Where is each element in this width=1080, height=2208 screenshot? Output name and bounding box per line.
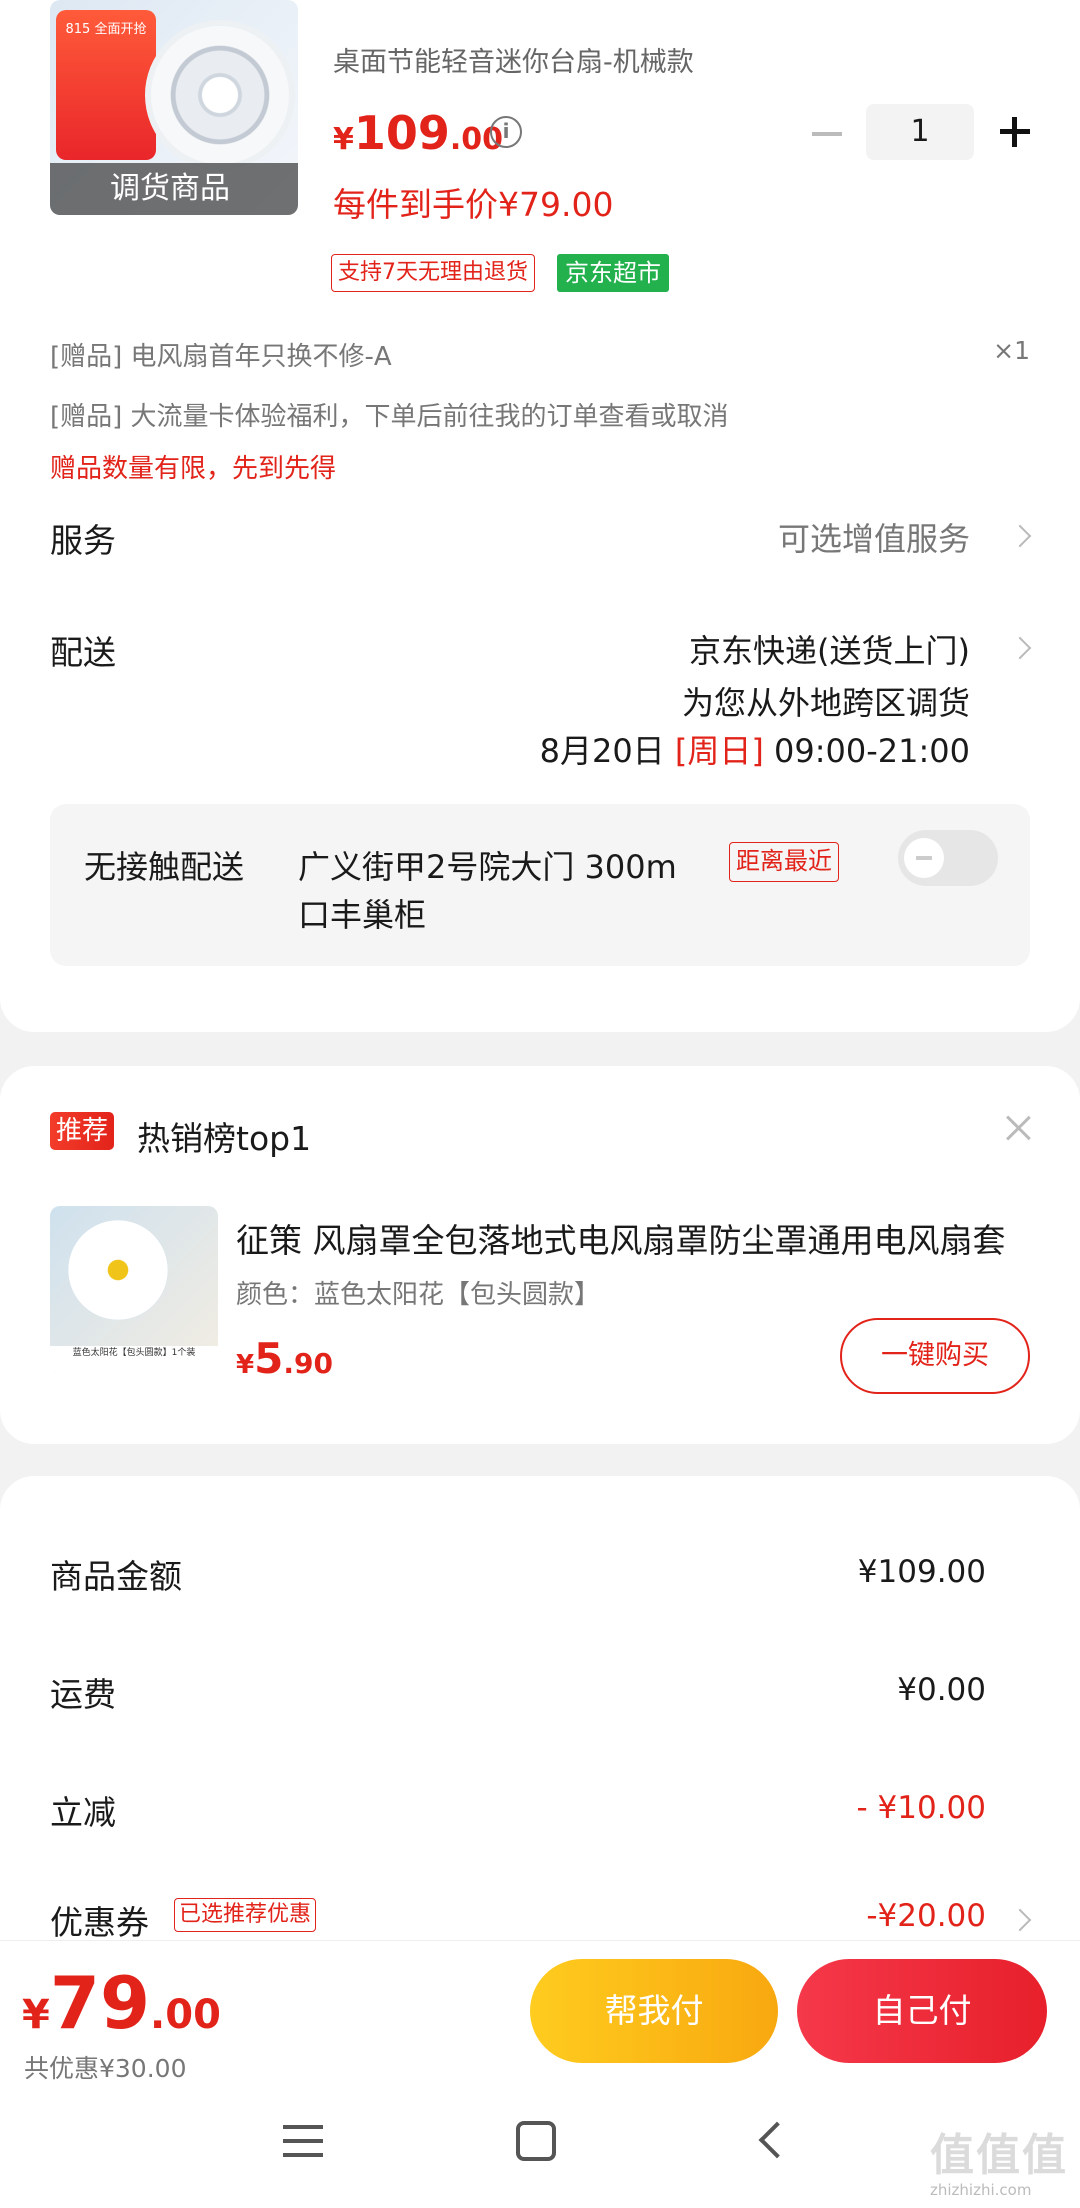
pay-myself-button[interactable]: 自己付: [797, 1959, 1047, 2063]
goods-amount-value: ¥109.00: [857, 1554, 986, 1590]
service-chevron-icon[interactable]: [1008, 524, 1032, 548]
order-card: 815 全面开抢 调货商品 桌面节能轻音迷你台扇-机械款 ¥109.00 i 1…: [0, 0, 1080, 1032]
nav-menu-icon[interactable]: [283, 2125, 323, 2157]
nav-back-icon[interactable]: [758, 2121, 796, 2159]
nearest-badge: 距离最近: [729, 842, 839, 882]
quantity-minus-button[interactable]: [812, 132, 842, 136]
coupon-label[interactable]: 优惠券: [50, 1896, 149, 1944]
goods-amount-label: 商品金额: [50, 1557, 182, 1596]
shipping-value: ¥0.00: [897, 1672, 986, 1708]
product-subtitle[interactable]: 桌面节能轻音迷你台扇-机械款: [333, 40, 694, 79]
coupon-value[interactable]: -¥20.00: [866, 1898, 986, 1934]
contactless-toggle[interactable]: [898, 830, 998, 886]
discount-label: 立减: [50, 1793, 116, 1832]
delivery-chevron-icon[interactable]: [1008, 636, 1032, 660]
quantity-plus-button[interactable]: [995, 112, 1035, 152]
final-unit-price: 每件到手价¥79.00: [333, 185, 614, 224]
service-value[interactable]: 可选增值服务: [778, 514, 970, 560]
recommend-product-name[interactable]: 征策 风扇罩全包落地式电风扇罩防尘罩通用电风扇套: [236, 1214, 1006, 1262]
discount-value: - ¥10.00: [856, 1790, 986, 1826]
jd-supermarket-badge: 京东超市: [557, 254, 669, 292]
gift-item-2: [赠品] 大流量卡体验福利，下单后前往我的订单查看或取消: [50, 402, 729, 432]
sunflower-illustration: [68, 1220, 168, 1320]
quantity-input[interactable]: 1: [866, 104, 974, 160]
return-policy-badge: 支持7天无理由退货: [331, 254, 535, 292]
locker-address: 广义街甲2号院大门 300m: [298, 848, 677, 886]
product-image[interactable]: 815 全面开抢 调货商品: [50, 0, 298, 215]
watermark-logo: 值值值: [930, 2130, 1068, 2181]
gift-item-1: [赠品] 电风扇首年只换不修-A: [50, 342, 392, 372]
product-price: ¥109.00: [333, 106, 504, 160]
delivery-time: 8月20日 [周日] 09:00-21:00: [539, 732, 970, 770]
close-icon[interactable]: [1002, 1112, 1034, 1144]
gift-item-1-count: ×1: [993, 336, 1030, 365]
locker-address-line2: 口丰巢柜: [298, 896, 427, 934]
contactless-label: 无接触配送: [84, 848, 245, 886]
delivery-method[interactable]: 京东快递(送货上门): [689, 626, 970, 672]
shipping-label: 运费: [50, 1675, 116, 1714]
nav-home-icon[interactable]: [516, 2121, 556, 2161]
recommend-card: 推荐 热销榜top1 蓝色太阳花【包头圆款】1个装 征策 风扇罩全包落地式电风扇…: [0, 1066, 1080, 1444]
gift-warning: 赠品数量有限，先到先得: [50, 454, 337, 484]
info-icon[interactable]: i: [490, 116, 522, 148]
total-saved: 共优惠¥30.00: [24, 2054, 187, 2083]
recommend-product-image[interactable]: 蓝色太阳花【包头圆款】1个装: [50, 1206, 218, 1374]
promo-sticker: 815 全面开抢: [56, 10, 156, 160]
checkout-bar: ¥79.00 共优惠¥30.00 帮我付 自己付 值值值 zhizhizhi.c…: [0, 1940, 1080, 2208]
total-price: ¥79.00: [22, 1961, 221, 2045]
product-image-tag: 调货商品: [50, 163, 298, 215]
coupon-chevron-icon[interactable]: [1008, 1908, 1032, 1932]
fan-illustration: [145, 20, 295, 170]
recommend-image-caption: 蓝色太阳花【包头圆款】1个装: [50, 1346, 218, 1374]
recommend-product-attr: 颜色：蓝色太阳花【包头圆款】: [236, 1280, 601, 1310]
watermark-url: zhizhizhi.com: [930, 2181, 1032, 2199]
recommend-product-price: ¥5.90: [236, 1334, 333, 1383]
service-label: 服务: [50, 521, 116, 560]
one-click-buy-button[interactable]: 一键购买: [840, 1318, 1030, 1394]
coupon-badge: 已选推荐优惠: [174, 1898, 317, 1932]
recommend-tag: 推荐: [50, 1112, 115, 1150]
recommend-title: 热销榜top1: [137, 1119, 312, 1158]
delivery-label: 配送: [50, 633, 116, 672]
help-me-pay-button[interactable]: 帮我付: [530, 1959, 778, 2063]
delivery-note: 为您从外地跨区调货: [681, 684, 970, 722]
